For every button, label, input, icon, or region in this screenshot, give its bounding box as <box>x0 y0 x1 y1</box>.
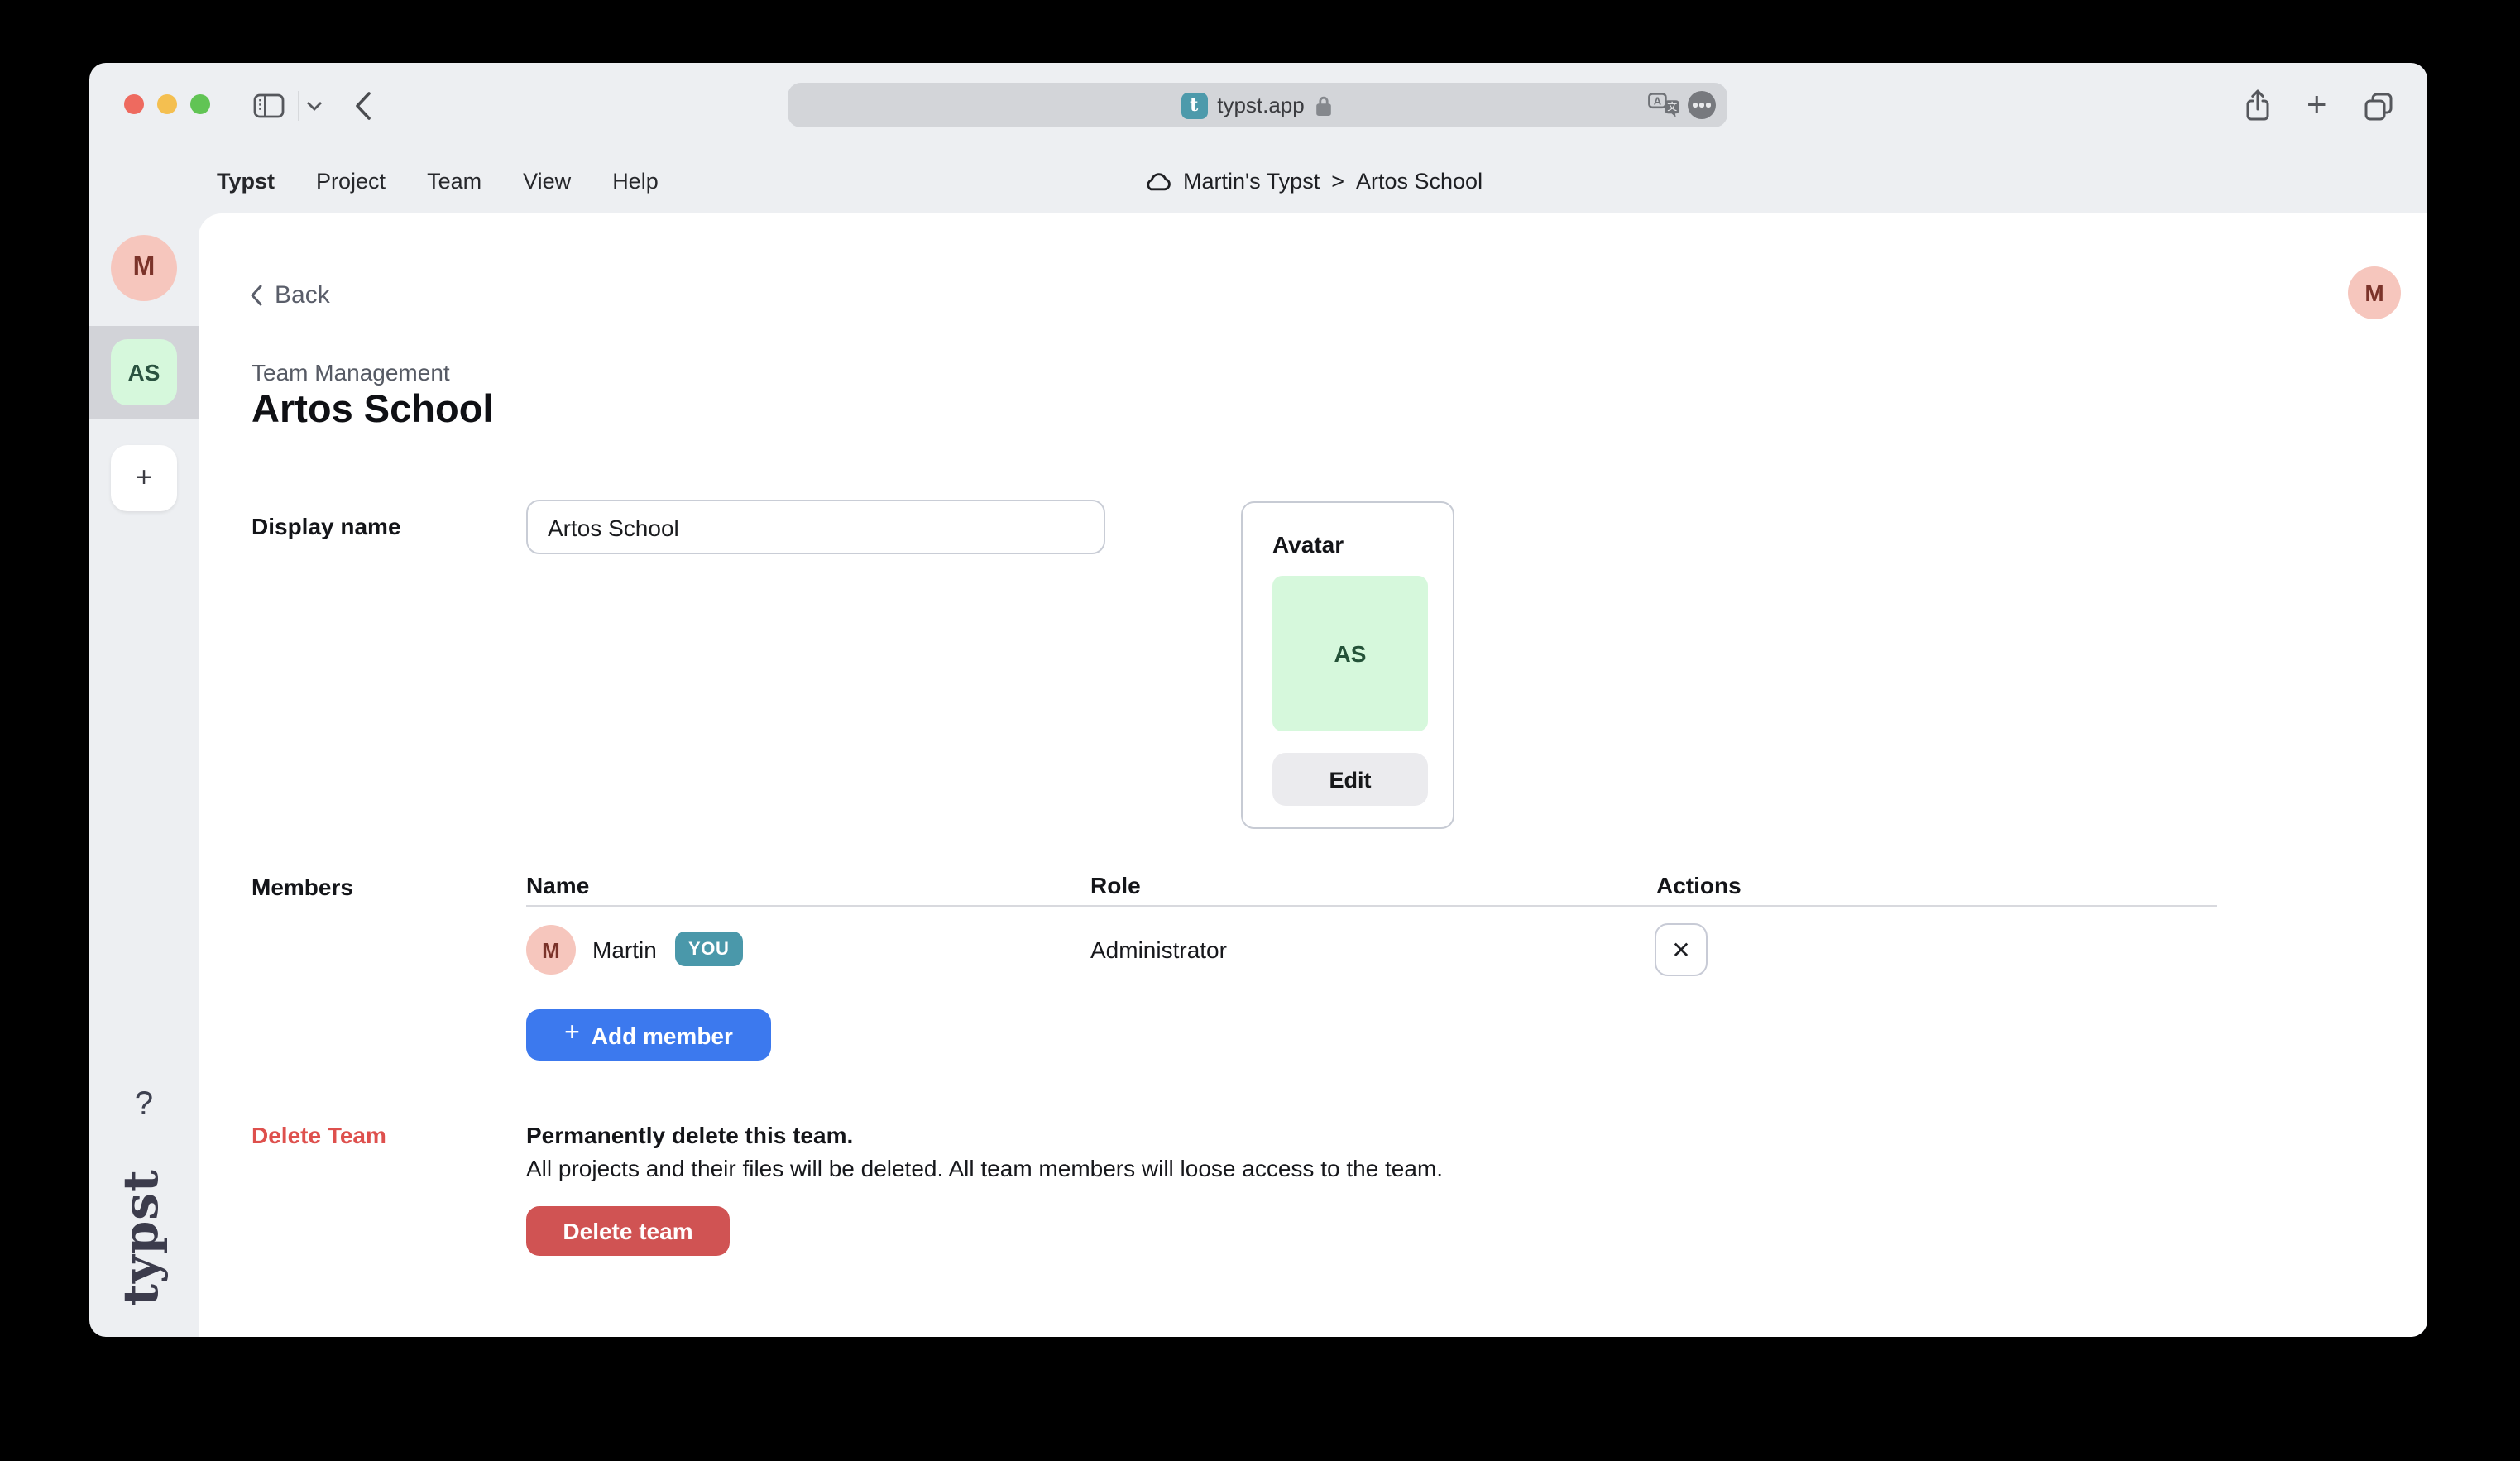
page-settings-icon[interactable] <box>1688 91 1716 119</box>
column-header-name: Name <box>526 872 589 898</box>
remove-member-button[interactable]: ✕ <box>1655 923 1708 976</box>
tab-overview-icon[interactable] <box>2363 63 2394 149</box>
display-name-input[interactable] <box>526 500 1105 554</box>
browser-window: t typst.app A 文 <box>89 63 2427 1337</box>
edit-avatar-button[interactable]: Edit <box>1272 753 1428 806</box>
add-member-label: Add member <box>592 1022 733 1048</box>
menu-team[interactable]: Team <box>427 169 481 194</box>
breadcrumb-separator: > <box>1331 169 1344 194</box>
workspace-sidebar: M AS + ? typst <box>89 213 199 1337</box>
translate-icon[interactable]: A 文 <box>1648 92 1679 118</box>
page-title: Artos School <box>252 387 493 432</box>
display-name-label: Display name <box>252 513 401 539</box>
menu-project[interactable]: Project <box>316 169 386 194</box>
account-avatar[interactable]: M <box>2348 266 2401 319</box>
chevron-left-icon <box>250 285 263 306</box>
breadcrumb: Martin's Typst > Artos School <box>1143 149 1483 213</box>
sidebar-user-avatar[interactable]: M <box>111 235 177 301</box>
delete-warning-title: Permanently delete this team. <box>526 1122 853 1148</box>
chevron-down-icon[interactable] <box>306 63 323 149</box>
team-avatar-preview: AS <box>1272 576 1428 731</box>
minimize-window-button[interactable] <box>157 94 177 114</box>
sidebar-toggle-icon[interactable] <box>253 63 285 149</box>
plus-icon: + <box>564 1019 580 1049</box>
menu-typst[interactable]: Typst <box>217 169 275 194</box>
back-link[interactable]: Back <box>250 281 330 309</box>
address-bar-tools: A 文 <box>1648 83 1716 127</box>
delete-team-button[interactable]: Delete team <box>526 1206 730 1256</box>
url-text: typst.app <box>1217 93 1305 117</box>
you-badge: YOU <box>675 932 743 966</box>
section-label: Team Management <box>252 359 450 386</box>
app-menubar: Typst Project Team View Help Martin's Ty… <box>89 149 2427 213</box>
svg-text:文: 文 <box>1667 99 1677 112</box>
add-member-button[interactable]: + Add member <box>526 1009 771 1061</box>
back-label: Back <box>275 281 330 309</box>
site-favicon: t <box>1181 92 1207 118</box>
delete-team-label: Delete Team <box>252 1122 386 1148</box>
avatar-card: Avatar AS Edit <box>1241 501 1454 829</box>
breadcrumb-root[interactable]: Martin's Typst <box>1183 169 1320 194</box>
column-header-role: Role <box>1090 872 1141 898</box>
table-header-divider <box>526 905 2217 907</box>
team-management-panel: M Back Team Management Artos School Disp… <box>199 213 2427 1337</box>
column-header-actions: Actions <box>1656 872 1741 898</box>
member-name: Martin <box>592 936 657 963</box>
help-icon[interactable]: ? <box>135 1086 153 1124</box>
member-role: Administrator <box>1090 936 1227 963</box>
cloud-icon <box>1143 170 1171 192</box>
svg-text:A: A <box>1654 93 1662 106</box>
screen: t typst.app A 文 <box>0 0 2520 1461</box>
sidebar-add-team-button[interactable]: + <box>111 445 177 511</box>
member-avatar: M <box>526 925 576 975</box>
lock-icon <box>1315 93 1334 117</box>
address-bar[interactable]: t typst.app A 文 <box>788 83 1727 127</box>
menu-view[interactable]: View <box>523 169 571 194</box>
app-body: M AS + ? typst M Back Team Managem <box>89 213 2427 1337</box>
share-icon[interactable] <box>2242 63 2273 149</box>
members-label: Members <box>252 874 353 900</box>
new-tab-icon[interactable]: + <box>2307 63 2327 149</box>
sidebar-team-avatar[interactable]: AS <box>111 339 177 405</box>
menu-help[interactable]: Help <box>612 169 659 194</box>
close-window-button[interactable] <box>124 94 144 114</box>
back-nav-icon[interactable] <box>354 63 372 149</box>
browser-chrome: t typst.app A 文 <box>89 63 2427 149</box>
menu-items: Typst Project Team View Help <box>89 169 659 194</box>
zoom-window-button[interactable] <box>190 94 210 114</box>
breadcrumb-current: Artos School <box>1356 169 1483 194</box>
typst-logo: typst <box>113 1169 169 1306</box>
avatar-card-label: Avatar <box>1272 531 1344 558</box>
delete-warning-text: All projects and their files will be del… <box>526 1155 1443 1181</box>
toolbar-divider <box>298 91 299 121</box>
